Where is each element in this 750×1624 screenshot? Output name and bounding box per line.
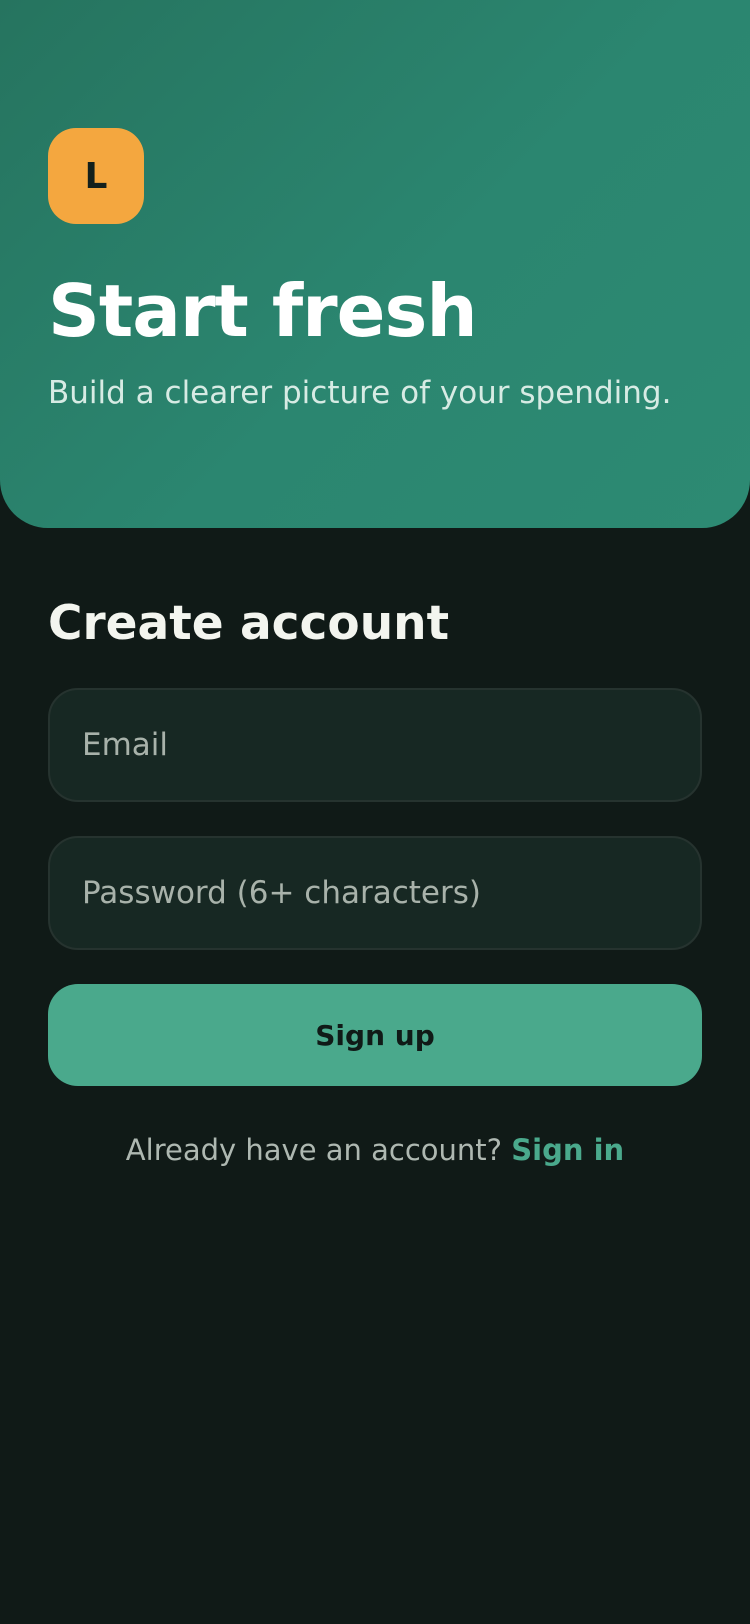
app-logo: L — [48, 128, 144, 224]
sign-up-button[interactable]: Sign up — [48, 984, 702, 1086]
hero-header: L Start fresh Build a clearer picture of… — [0, 0, 750, 528]
hero-subtitle: Build a clearer picture of your spending… — [48, 375, 672, 411]
email-field[interactable] — [48, 688, 702, 802]
create-account-title: Create account — [48, 596, 450, 651]
sign-in-link[interactable]: Sign in — [511, 1133, 624, 1167]
sign-in-prompt: Already have an account? Sign in — [0, 1130, 750, 1170]
hero-title: Start fresh — [48, 269, 478, 353]
logo-letter: L — [84, 155, 108, 197]
sign-in-question: Already have an account? — [125, 1133, 512, 1167]
password-field[interactable] — [48, 836, 702, 950]
